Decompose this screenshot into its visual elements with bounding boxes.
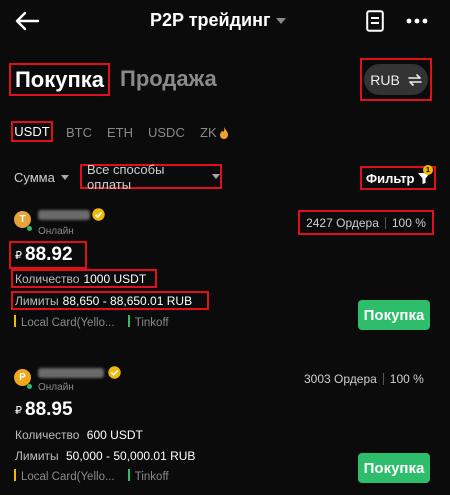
- merchant-name-blurred[interactable]: [38, 368, 104, 378]
- amount-filter[interactable]: Сумма: [14, 170, 69, 185]
- caret-down-icon: [60, 175, 69, 180]
- limits-value: 88,650 - 88,650.01 RUB: [62, 293, 193, 308]
- payment-methods-label: Все способы оплаты: [87, 161, 165, 192]
- payment-method-2: Tinkoff: [134, 317, 169, 329]
- amount-filter-label: Сумма: [14, 170, 55, 185]
- buy-button[interactable]: Покупка: [358, 300, 430, 330]
- stats-divider: [382, 373, 384, 385]
- quantity-row: Количество 600 USDT: [15, 428, 143, 442]
- payment-methods-filter[interactable]: Все способы оплаты: [80, 161, 222, 192]
- tab-buy[interactable]: Покупка: [9, 63, 110, 96]
- quantity-label: Количество: [15, 428, 80, 442]
- offer-card: P Онлайн 3003 Ордера 100 % ₽ 88.95 Колич…: [0, 360, 450, 495]
- back-arrow-icon[interactable]: [14, 10, 40, 32]
- coin-tab-zk[interactable]: ZK: [200, 125, 229, 140]
- caret-down-icon: [212, 174, 220, 179]
- completion-rate: 100 %: [391, 215, 426, 230]
- offer-card: T Онлайн 2427 Ордера 100 % ₽ 88.92 Колич…: [0, 205, 450, 345]
- online-dot: [27, 384, 32, 389]
- limits-label: Лимиты: [15, 293, 59, 308]
- price-box: ₽ 88.95: [15, 399, 73, 421]
- orders-count: 2427 Ордера: [306, 215, 379, 230]
- quantity-value: 600 USDT: [86, 428, 143, 442]
- pay-bar-yellow: [14, 469, 16, 481]
- merchant-stats: 3003 Ордера 100 %: [304, 372, 424, 386]
- verified-badge-icon: [92, 208, 105, 221]
- completion-rate: 100 %: [389, 372, 424, 386]
- pay-bar-yellow: [14, 315, 16, 327]
- buy-button[interactable]: Покупка: [358, 453, 430, 483]
- price: 88.95: [25, 399, 73, 420]
- payment-method-1: Local Card(Yello...: [21, 471, 115, 483]
- page-title-text: P2P трейдинг: [150, 10, 271, 30]
- coin-tab-usdt[interactable]: USDT: [11, 121, 53, 142]
- online-status: Онлайн: [38, 382, 74, 393]
- payment-method-2: Tinkoff: [134, 471, 169, 483]
- filter-label: Фильтр: [366, 170, 415, 186]
- caret-down-icon: [276, 17, 287, 24]
- currency-symbol: ₽: [15, 404, 22, 417]
- merchant-name-blurred[interactable]: [38, 210, 90, 220]
- merchant-stats: 2427 Ордера 100 %: [298, 210, 434, 235]
- filter-button[interactable]: Фильтр 1: [360, 165, 436, 190]
- tab-sell-label: Продажа: [120, 66, 217, 91]
- page-title[interactable]: P2P трейдинг: [150, 10, 287, 31]
- limits-row: Лимиты 50,000 - 50,000.01 RUB: [15, 449, 195, 463]
- quantity-row: Количество 1000 USDT: [11, 269, 157, 288]
- currency-label: RUB: [370, 71, 400, 88]
- quantity-label: Количество: [15, 271, 80, 286]
- coin-tab-btc[interactable]: BTC: [66, 125, 92, 140]
- filter-count-badge: 1: [423, 165, 433, 175]
- pay-bar-green: [127, 315, 130, 327]
- orders-icon[interactable]: [366, 10, 384, 32]
- limits-row: Лимиты 88,650 - 88,650.01 RUB: [11, 291, 209, 310]
- tab-buy-label: Покупка: [14, 66, 105, 92]
- stats-divider: [384, 216, 386, 229]
- coin-tab-zk-label: ZK: [200, 125, 217, 140]
- quantity-value: 1000 USDT: [83, 271, 147, 286]
- online-status: Онлайн: [38, 226, 74, 237]
- orders-count: 3003 Ордера: [304, 372, 377, 386]
- price: 88.92: [25, 244, 73, 265]
- coin-tab-usdt-label: USDT: [14, 124, 50, 139]
- online-dot: [27, 226, 32, 231]
- verified-badge-icon: [108, 366, 121, 379]
- currency-symbol: ₽: [15, 249, 22, 262]
- payment-method-1: Local Card(Yello...: [21, 317, 115, 329]
- avatar-letter: T: [19, 214, 26, 225]
- limits-label: Лимиты: [15, 449, 59, 463]
- pay-bar-green: [127, 469, 130, 481]
- avatar-letter: P: [19, 372, 26, 383]
- payment-methods: Local Card(Yello... Tinkoff: [14, 315, 169, 329]
- more-icon[interactable]: [406, 18, 428, 24]
- tab-sell[interactable]: Продажа: [120, 66, 217, 92]
- coin-tab-usdc[interactable]: USDC: [148, 125, 185, 140]
- payment-methods: Local Card(Yello... Tinkoff: [14, 469, 169, 483]
- fire-icon: [219, 126, 229, 139]
- swap-icon: [407, 73, 422, 86]
- price-box: ₽ 88.92: [9, 241, 87, 269]
- currency-toggle[interactable]: RUB: [364, 64, 428, 95]
- coin-tab-eth[interactable]: ETH: [107, 125, 133, 140]
- limits-value: 50,000 - 50,000.01 RUB: [66, 449, 196, 463]
